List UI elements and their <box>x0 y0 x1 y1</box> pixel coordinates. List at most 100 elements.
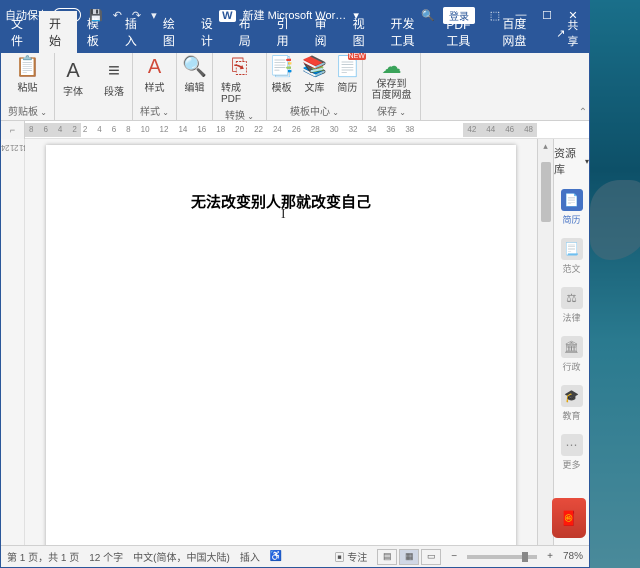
sidepanel-item-范文[interactable]: 📃范文 <box>557 232 587 281</box>
tab-引用[interactable]: 引用 <box>267 11 305 53</box>
save-baidu-button[interactable]: ☁保存到 百度网盘 <box>370 55 414 103</box>
tab-绘图[interactable]: 绘图 <box>153 11 191 53</box>
resume-icon: 📄NEW <box>335 57 360 77</box>
styles-icon: A <box>148 57 161 77</box>
tab-开发工具[interactable]: 开发工具 <box>381 11 437 53</box>
horizontal-ruler[interactable]: 8642 2468101214161820222426283032343638 … <box>25 123 537 137</box>
focus-mode[interactable]: ▣ 专注 <box>335 549 368 564</box>
clipboard-icon: 📋 <box>15 57 40 77</box>
paste-button[interactable]: 📋 粘贴 <box>13 55 42 96</box>
styles-button[interactable]: A 样式 <box>143 55 167 96</box>
scrollbar-thumb[interactable] <box>541 162 551 222</box>
font-icon: A <box>66 61 79 81</box>
vertical-ruler[interactable]: 4212141618110112114116118120122 <box>1 139 25 545</box>
page-area[interactable]: 无法改变别人那就改变自己 I <box>25 139 537 545</box>
styles-group-label[interactable]: 样式 <box>140 103 169 118</box>
vertical-scrollbar[interactable]: ▴ <box>537 139 553 545</box>
sidepanel-item-行政[interactable]: 🏛行政 <box>557 330 587 379</box>
convert-pdf-button[interactable]: ⎘转成PDF <box>219 55 260 107</box>
sidepanel-icon: 🏛 <box>561 336 583 358</box>
share-icon: ↗ <box>556 27 565 40</box>
zoom-level[interactable]: 78% <box>563 551 583 562</box>
edit-button[interactable]: 🔍编辑 <box>180 55 209 96</box>
tab-审阅[interactable]: 审阅 <box>305 11 343 53</box>
sidepanel-icon: ⋯ <box>561 434 583 456</box>
ruler-tick: 16 <box>197 125 206 134</box>
sidepanel-item-法律[interactable]: ⚖法律 <box>557 281 587 330</box>
resume-button[interactable]: 📄NEW 简历 <box>333 55 362 96</box>
language-status[interactable]: 中文(简体，中国大陆) <box>133 549 230 564</box>
tab-开始[interactable]: 开始 <box>39 11 77 53</box>
template-label: 模板 <box>272 79 292 94</box>
zoom-out-icon[interactable]: − <box>451 551 457 562</box>
library-button[interactable]: 📚 文库 <box>300 55 329 96</box>
sidepanel-label: 教育 <box>562 409 580 422</box>
template-icon: 📑 <box>269 57 294 77</box>
web-layout-icon[interactable]: ▭ <box>421 549 441 565</box>
word-count[interactable]: 12 个字 <box>89 549 123 564</box>
font-label: 字体 <box>63 83 83 98</box>
scroll-up-icon[interactable]: ▴ <box>543 141 548 152</box>
ruler-tick: 4 <box>97 125 101 134</box>
ruler-tick: 20 <box>235 125 244 134</box>
sidepanel-icon: 📄 <box>561 189 583 211</box>
undo-icon[interactable]: ↶ <box>113 9 122 22</box>
tab-百度网盘[interactable]: 百度网盘 <box>492 11 548 53</box>
ruler-tick: 12 <box>160 125 169 134</box>
save-group-label[interactable]: 保存 <box>377 103 406 118</box>
ruler-tick: 8 <box>29 125 33 134</box>
print-layout-icon[interactable]: ▦ <box>399 549 419 565</box>
redo-icon[interactable]: ↷ <box>132 9 141 22</box>
ruler-tick: 22 <box>254 125 263 134</box>
paragraph-label: 段落 <box>104 83 124 98</box>
ruler-tick: 30 <box>330 125 339 134</box>
ruler-tick: 32 <box>349 125 358 134</box>
ruler-tick: 38 <box>405 125 414 134</box>
sidepanel-item-简历[interactable]: 📄 简历 <box>557 183 587 232</box>
tab-PDF工具[interactable]: PDF工具 <box>436 14 492 53</box>
sidepanel-item-教育[interactable]: 🎓 教育 <box>557 379 587 428</box>
tab-文件[interactable]: 文件 <box>1 11 39 53</box>
ruler-tick: 28 <box>311 125 320 134</box>
qat-more-icon[interactable]: ▾ <box>151 9 157 22</box>
ruler-tick: 2 <box>72 125 76 134</box>
resume-label: 简历 <box>337 79 357 94</box>
tab-视图[interactable]: 视图 <box>343 11 381 53</box>
page-count[interactable]: 第 1 页，共 1 页 <box>7 549 79 564</box>
insert-mode[interactable]: 插入 <box>240 549 260 564</box>
red-packet-promo[interactable]: 🧧 <box>552 498 586 538</box>
save-icon[interactable]: 💾 <box>89 9 103 22</box>
ruler-tick: 34 <box>368 125 377 134</box>
ruler-tick: 42 <box>467 125 476 134</box>
focus-label: 专注 <box>347 553 367 564</box>
tab-布局[interactable]: 布局 <box>229 11 267 53</box>
clipboard-group-label[interactable]: 剪贴板 <box>8 103 47 118</box>
ruler-tick: 14 <box>178 125 187 134</box>
font-button[interactable]: A 字体 <box>61 59 85 100</box>
library-label: 文库 <box>305 79 325 94</box>
convert-group-label[interactable]: 转换 <box>225 107 254 122</box>
paragraph-button[interactable]: ≡ 段落 <box>102 59 126 100</box>
sidepanel-label: 简历 <box>562 213 580 226</box>
document-page[interactable]: 无法改变别人那就改变自己 I <box>46 145 516 545</box>
accessibility-status[interactable]: ♿ <box>270 551 282 562</box>
styles-btn-label: 样式 <box>145 79 165 94</box>
chevron-down-icon[interactable]: ▾ <box>585 157 589 166</box>
sidepanel-icon: 🎓 <box>561 385 583 407</box>
template-button[interactable]: 📑 模板 <box>267 55 296 96</box>
zoom-in-icon[interactable]: + <box>547 551 553 562</box>
ruler-corner[interactable]: ⌐ <box>1 121 25 139</box>
read-mode-icon[interactable]: ▤ <box>377 549 397 565</box>
template-center-group-label[interactable]: 模板中心 <box>290 103 339 118</box>
collapse-ribbon-icon[interactable]: ⌃ <box>577 53 589 120</box>
sidepanel-title: 资源库 <box>554 145 583 177</box>
convert-pdf-label: 转成PDF <box>221 79 258 105</box>
zoom-slider[interactable] <box>467 555 537 559</box>
library-icon: 📚 <box>302 57 327 77</box>
share-button[interactable]: ↗共享 <box>548 13 589 53</box>
tab-设计[interactable]: 设计 <box>191 11 229 53</box>
ruler-tick: 10 <box>141 125 150 134</box>
sidepanel-label: 范文 <box>562 262 580 275</box>
paragraph-icon: ≡ <box>108 61 120 81</box>
sidepanel-item-更多[interactable]: ⋯更多 <box>557 428 587 477</box>
